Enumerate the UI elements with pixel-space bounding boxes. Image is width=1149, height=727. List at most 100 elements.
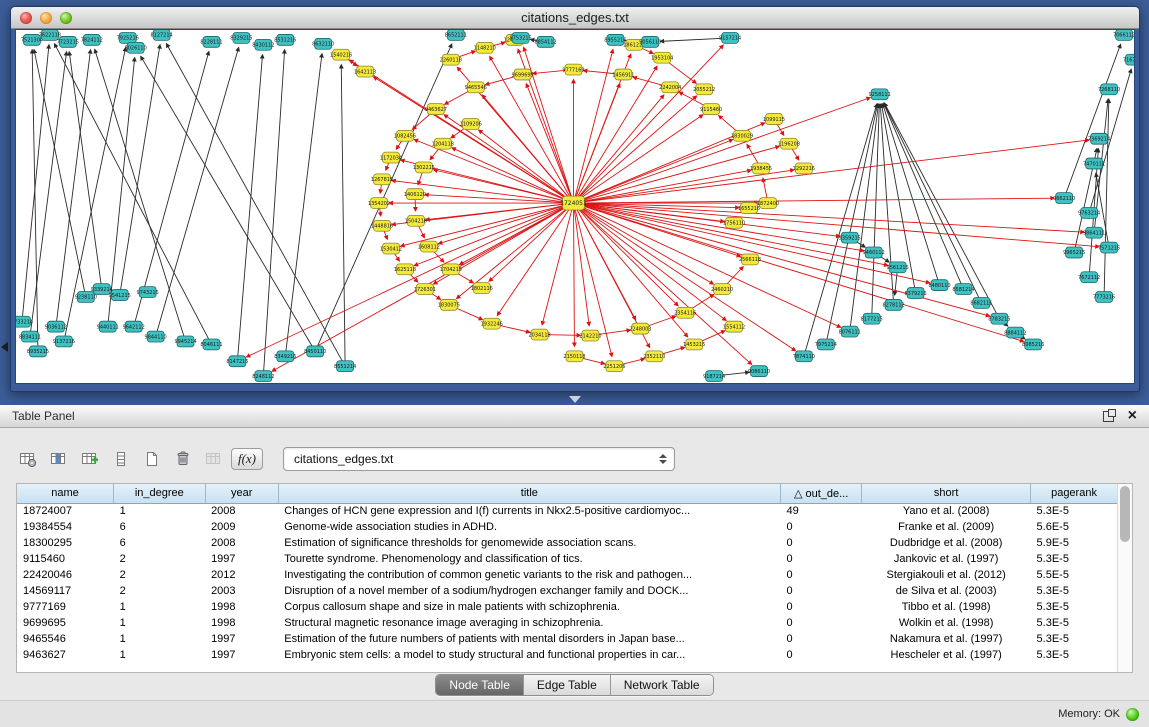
graph-edge[interactable] [120, 45, 160, 295]
column-header-short[interactable]: short [862, 484, 1031, 503]
graph-node[interactable]: 8127214 [151, 30, 173, 40]
graph-edge[interactable] [438, 203, 573, 244]
table-cell[interactable]: 2 [114, 583, 205, 599]
graph-edge[interactable] [574, 203, 840, 236]
table-cell[interactable]: 5.3E-5 [1031, 647, 1117, 663]
table-cell[interactable]: 5.3E-5 [1031, 631, 1117, 647]
graph-node[interactable]: 1540216 [330, 49, 352, 60]
graph-node[interactable]: 8228111 [200, 36, 222, 47]
graph-node[interactable]: 9086110 [748, 366, 770, 377]
graph-node[interactable]: 1802116 [471, 283, 493, 294]
graph-node[interactable]: 1872400 [757, 198, 779, 209]
table-row[interactable]: 1830029562008Estimation of significance … [17, 535, 1117, 551]
table-cell[interactable]: 5.3E-5 [1031, 551, 1117, 567]
graph-node[interactable]: 8248112 [252, 371, 274, 382]
graph-node[interactable]: 8581214 [952, 284, 974, 295]
graph-node[interactable]: 9187214 [703, 371, 725, 382]
graph-node[interactable]: 8450110 [304, 346, 326, 357]
graph-node[interactable]: 1704219 [440, 264, 462, 275]
window-zoom-button[interactable] [60, 12, 72, 24]
graph-node[interactable]: 8379216 [905, 288, 927, 299]
graph-node[interactable]: 2260118 [440, 54, 462, 65]
graph-node[interactable]: 8884112 [1004, 327, 1026, 338]
graph-node[interactable]: 2248003 [629, 323, 651, 334]
graph-edge[interactable] [574, 203, 575, 346]
table-cell[interactable]: 0 [780, 631, 861, 647]
graph-node[interactable]: 1099115 [763, 114, 785, 125]
graph-node[interactable]: 2150118 [563, 351, 585, 362]
graph-node[interactable]: 9137216 [53, 336, 75, 347]
graph-node[interactable]: 7369214 [1088, 133, 1110, 144]
column-header-year[interactable]: year [205, 484, 278, 503]
window-close-button[interactable] [20, 12, 32, 24]
table-cell[interactable]: 0 [780, 615, 861, 631]
graph-node[interactable]: 8026110 [125, 42, 147, 53]
graph-node[interactable]: 1938455 [750, 163, 772, 174]
rows-icon[interactable] [107, 446, 134, 472]
graph-node[interactable]: 7824112 [81, 34, 103, 45]
table-row[interactable]: 911546021997Tourette syndrome. Phenomeno… [17, 551, 1117, 567]
graph-node[interactable]: 9460112 [863, 247, 885, 258]
table-cell[interactable]: 1997 [205, 647, 278, 663]
graph-node[interactable]: 9743216 [137, 287, 159, 298]
graph-node[interactable]: 8753215 [510, 32, 532, 43]
graph-node[interactable]: 1625118 [394, 264, 416, 275]
table-cell[interactable]: 5.6E-5 [1031, 519, 1117, 535]
close-panel-icon[interactable]: × [1128, 408, 1137, 424]
table-cell[interactable]: Nakamura et al. (1997) [862, 631, 1031, 647]
table-cell[interactable]: 9463627 [17, 647, 114, 663]
table-cell[interactable]: 0 [780, 567, 861, 583]
graph-node[interactable]: 9359215 [839, 232, 861, 243]
network-canvas[interactable]: 1872400193845518300299115460224200414569… [15, 29, 1135, 384]
graph-node[interactable]: 9844110 [145, 331, 167, 342]
graph-node[interactable]: 1554112 [723, 321, 745, 332]
table-cell[interactable]: 5.3E-5 [1031, 503, 1117, 519]
column-header-name[interactable]: name [17, 484, 114, 503]
graph-node[interactable]: 9662110 [1053, 193, 1075, 204]
graph-node[interactable]: 1204118 [432, 138, 454, 149]
graph-node[interactable]: 9440111 [97, 321, 119, 332]
graph-node[interactable]: 1953104 [651, 52, 673, 63]
graph-node[interactable]: 8985216 [1022, 339, 1044, 350]
table-cell[interactable]: 0 [780, 551, 861, 567]
new-file-icon[interactable] [138, 446, 165, 472]
float-panel-icon[interactable] [1103, 411, 1114, 422]
graph-node[interactable]: 1082456 [394, 130, 416, 141]
graph-node[interactable]: 8147215 [226, 356, 248, 367]
table-cell[interactable]: 1 [114, 647, 205, 663]
graph-node[interactable]: 1608112 [418, 241, 440, 252]
graph-node[interactable]: 2242004 [659, 82, 681, 93]
table-cell[interactable]: Stergiakouli et al. (2012) [862, 567, 1031, 583]
table-cell[interactable]: Franke et al. (2009) [862, 519, 1031, 535]
column-header-in_degree[interactable]: in_degree [114, 484, 205, 503]
table-mode-icon[interactable] [14, 446, 41, 472]
graph-edge[interactable] [497, 203, 573, 315]
graph-node[interactable]: 9699695 [512, 69, 534, 80]
table-cell[interactable]: 9777169 [17, 599, 114, 615]
table-cell[interactable]: 1 [114, 599, 205, 615]
table-cell[interactable]: 1998 [205, 615, 278, 631]
window-minimize-button[interactable] [40, 12, 52, 24]
graph-node[interactable]: 9056110 [639, 36, 661, 47]
table-cell[interactable]: 1997 [205, 551, 278, 567]
graph-node[interactable]: 1292216 [793, 163, 815, 174]
graph-node[interactable]: 1504216 [405, 215, 427, 226]
graph-node[interactable]: 9777169 [562, 64, 584, 75]
graph-node[interactable]: 2055212 [693, 84, 715, 95]
table-cell[interactable]: 0 [780, 583, 861, 599]
table-cell[interactable]: 2 [114, 551, 205, 567]
graph-node[interactable]: 2352110 [643, 351, 665, 362]
graph-node[interactable]: 1453215 [683, 339, 705, 350]
table-row[interactable]: 969969511998Structural magnetic resonanc… [17, 615, 1117, 631]
graph-node[interactable]: 1830075 [438, 299, 460, 310]
table-row[interactable]: 1938455462009Genome-wide association stu… [17, 519, 1117, 535]
graph-edge[interactable] [826, 104, 878, 344]
graph-node[interactable]: 7268110 [1098, 84, 1120, 95]
table-cell[interactable]: Changes of HCN gene expression and I(f) … [278, 503, 780, 519]
graph-edge[interactable] [574, 203, 864, 251]
table-cell[interactable]: 14569117 [17, 583, 114, 599]
graph-node[interactable]: 1148210 [474, 42, 496, 53]
show-columns-icon[interactable] [45, 446, 72, 472]
graph-node[interactable]: 1196208 [778, 138, 800, 149]
graph-node[interactable]: 9965215 [1063, 247, 1085, 258]
